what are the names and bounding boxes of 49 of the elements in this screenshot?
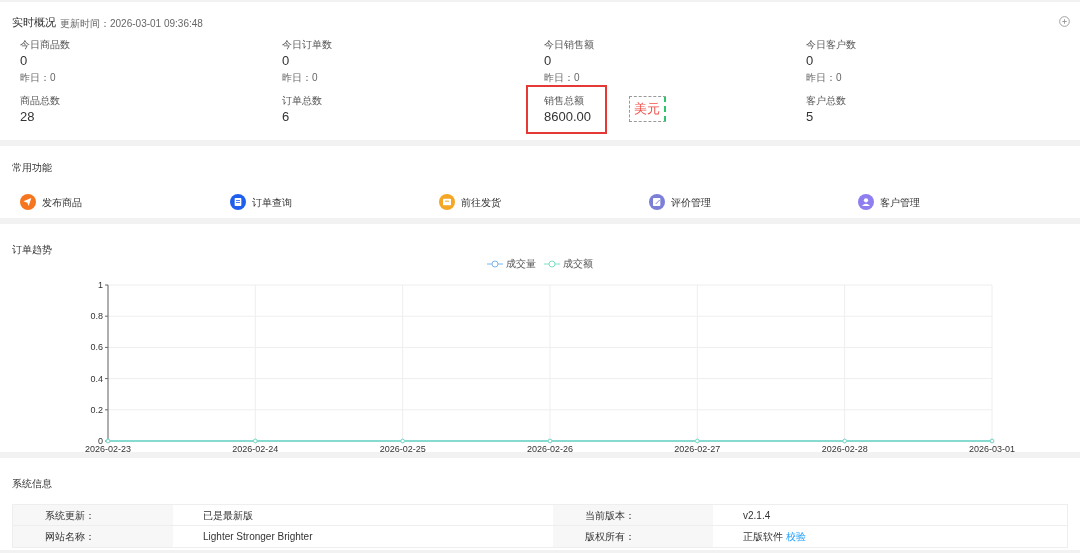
stat-label: 今日商品数 (20, 37, 71, 52)
info-label: 版权所有： (553, 526, 713, 547)
info-value: v2.1.4 (743, 508, 771, 523)
stat-value: 0 (20, 51, 29, 70)
stat-value: 6 (282, 107, 291, 126)
y-tick-label: 0 (98, 436, 103, 446)
y-tick-label: 0.6 (90, 342, 103, 353)
stat-value: 5 (806, 107, 815, 126)
info-label: 网站名称： (13, 526, 173, 547)
stat-label: 商品总数 (20, 93, 60, 108)
x-tick-label: 2026-03-01 (969, 444, 1015, 454)
stat-value: 28 (20, 107, 36, 126)
stat-label: 销售总额 (544, 93, 585, 108)
section-title: 系统信息 (12, 478, 52, 489)
yesterday-value: 昨日：0 (20, 70, 57, 85)
x-tick-label: 2026-02-24 (232, 444, 279, 454)
info-label: 系统更新： (13, 505, 173, 525)
section-title: 实时概况 (12, 15, 56, 30)
stat-value: 0 (806, 51, 815, 70)
yesterday-value: 昨日：0 (544, 70, 581, 85)
section-title: 常用功能 (12, 162, 52, 173)
stat-value: 0 (544, 51, 553, 70)
y-tick-label: 0.4 (90, 373, 103, 384)
legend-label: 成交量 (506, 257, 536, 271)
x-tick-label: 2026-02-28 (821, 444, 868, 454)
legend-label: 成交额 (563, 257, 593, 271)
stat-label: 今日客户数 (806, 37, 857, 52)
stat-label: 客户总数 (806, 93, 846, 108)
info-label: 当前版本： (553, 505, 713, 525)
y-tick-label: 1 (98, 280, 103, 290)
y-tick-label: 0.8 (90, 311, 103, 322)
stat-value: 8600.00 (544, 107, 591, 126)
stat-label: 订单总数 (282, 93, 322, 108)
stat-label: 今日订单数 (282, 37, 333, 52)
info-value: 已是最新版 (203, 508, 253, 523)
section-title: 订单趋势 (12, 244, 52, 255)
yesterday-value: 昨日：0 (282, 70, 319, 85)
x-tick-label: 2026-02-27 (674, 444, 721, 454)
stat-value: 0 (282, 51, 291, 70)
x-tick-label: 2026-02-23 (85, 444, 131, 454)
x-tick-label: 2026-02-25 (379, 444, 426, 454)
yesterday-value: 昨日：0 (806, 70, 843, 85)
stat-label: 今日销售额 (544, 37, 595, 52)
update-time: 更新时间：2026-03-01 09:36:48 (60, 16, 203, 31)
y-tick-label: 0.2 (90, 404, 103, 415)
text-annotation: 美元 (629, 96, 666, 122)
info-value: Lighter Stronger Brighter (203, 530, 313, 544)
info-value: 正版软件 (743, 530, 783, 544)
x-tick-label: 2026-02-26 (527, 444, 573, 454)
